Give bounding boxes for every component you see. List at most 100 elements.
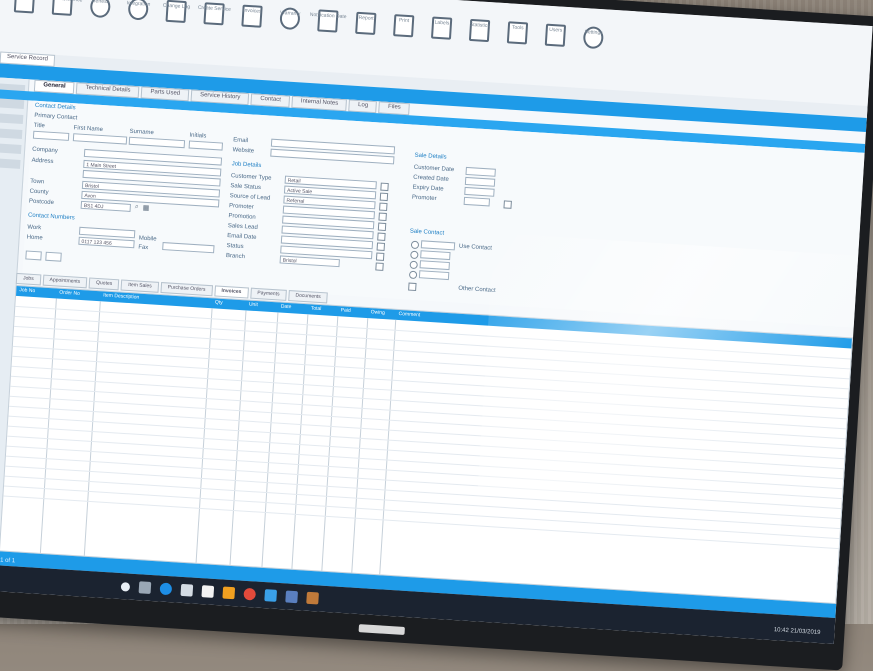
bottom-tab[interactable]: Jobs xyxy=(15,272,41,286)
nav-row[interactable] xyxy=(0,142,22,154)
grid-column-header[interactable]: Total xyxy=(311,305,322,312)
ribbon-button-label: Settings xyxy=(584,29,603,37)
ribbon-button-label: Tools xyxy=(511,24,524,32)
mobile-label: Mobile xyxy=(138,235,157,243)
store-icon[interactable] xyxy=(201,585,215,598)
task-view-icon[interactable] xyxy=(138,581,152,594)
option-b-field[interactable] xyxy=(420,250,451,261)
ribbon-button[interactable]: Report xyxy=(350,11,381,35)
checkbox[interactable] xyxy=(375,262,384,271)
postcode-field[interactable]: BS1 4DJ xyxy=(80,200,131,212)
next-record-button[interactable] xyxy=(45,251,62,262)
nav-row[interactable] xyxy=(0,112,24,125)
customer-date-label: Customer Date xyxy=(413,164,455,174)
grid-column-header[interactable]: Job No xyxy=(19,287,35,294)
option-c-field[interactable] xyxy=(419,260,450,271)
checkbox[interactable] xyxy=(379,192,389,202)
bottom-tab[interactable]: Quotes xyxy=(88,277,120,291)
grid-column-divider xyxy=(351,318,369,573)
radio-use-contact[interactable] xyxy=(410,240,420,250)
checkbox[interactable] xyxy=(375,252,385,261)
grid-column-header[interactable]: Qty xyxy=(215,299,223,305)
radio-b[interactable] xyxy=(410,250,419,260)
search-icon[interactable]: ⌕ xyxy=(135,203,139,211)
bottom-tab[interactable]: Invoices xyxy=(214,285,249,299)
ribbon-button[interactable]: Notification Date xyxy=(310,9,347,33)
created-date-field[interactable] xyxy=(464,176,496,187)
promoter2-field[interactable] xyxy=(463,196,491,207)
tray-date: 21/03/2019 xyxy=(790,628,821,637)
company-label: Company xyxy=(32,146,59,155)
app-icon[interactable] xyxy=(306,591,319,605)
file-explorer-icon[interactable] xyxy=(180,583,194,597)
home-phone-field[interactable]: 0117 123 456 xyxy=(78,236,135,249)
branch-field[interactable]: Bristol xyxy=(279,255,340,268)
contact-option-field[interactable] xyxy=(420,240,456,251)
table-row[interactable] xyxy=(3,485,840,540)
ribbon-button[interactable]: Labels xyxy=(426,16,457,40)
bottom-tab[interactable]: Payments xyxy=(249,287,287,301)
ribbon-button[interactable]: Invoices xyxy=(236,4,267,28)
radio-c[interactable] xyxy=(409,260,418,270)
search-icon[interactable] xyxy=(120,581,131,592)
ribbon-button[interactable]: Statistics xyxy=(464,18,495,43)
ribbon-button[interactable]: Integration xyxy=(123,0,154,21)
expiry-date-field[interactable] xyxy=(464,186,495,197)
expiry-date-label: Expiry Date xyxy=(412,184,444,193)
system-tray-clock[interactable]: 10:42 21/03/2019 xyxy=(774,627,821,636)
website-label: Website xyxy=(232,147,255,155)
option-d-field[interactable] xyxy=(418,270,450,281)
app-icon[interactable] xyxy=(264,589,278,602)
grid-column-header[interactable]: Unit xyxy=(249,302,258,309)
title-field[interactable] xyxy=(32,130,70,141)
ribbon-button[interactable]: Refresh xyxy=(85,0,116,19)
checkbox[interactable] xyxy=(503,200,512,209)
checkbox[interactable] xyxy=(377,222,387,232)
prev-record-button[interactable] xyxy=(25,250,42,261)
first-name-label: First Name xyxy=(73,125,104,134)
grid-column-header[interactable]: Owing xyxy=(370,309,385,316)
use-contact-label: Use Contact xyxy=(458,243,493,252)
first-name-field[interactable] xyxy=(72,133,128,145)
grid-column-divider xyxy=(195,308,213,563)
checkbox[interactable] xyxy=(376,242,386,251)
other-contact-checkbox[interactable] xyxy=(408,282,417,292)
ribbon-button[interactable]: Warranty xyxy=(274,6,305,31)
ribbon-button[interactable]: Print xyxy=(388,14,419,38)
work-label: Work xyxy=(27,224,42,232)
map-icon[interactable]: ▦ xyxy=(143,204,150,212)
checkbox[interactable] xyxy=(380,182,389,192)
grid-column-header[interactable]: Date xyxy=(281,304,292,311)
mobile-field[interactable] xyxy=(162,242,215,254)
ribbon-button[interactable]: Settings xyxy=(578,26,609,50)
initials-field[interactable] xyxy=(188,140,224,151)
surname-field[interactable] xyxy=(128,136,186,149)
ribbon-button[interactable]: Repair Dashboard xyxy=(4,0,45,14)
section-job-details: Job Details xyxy=(231,161,262,170)
app-icon[interactable] xyxy=(285,590,298,604)
nav-row[interactable] xyxy=(0,157,21,169)
section-contact-numbers: Contact Numbers xyxy=(27,212,75,222)
sticky-notes-icon[interactable] xyxy=(222,586,236,600)
chrome-icon[interactable] xyxy=(243,587,257,601)
grid-column-header[interactable]: Order No xyxy=(59,290,80,297)
ribbon-button[interactable]: Create Reference xyxy=(43,0,83,16)
checkbox[interactable] xyxy=(378,212,387,222)
grid-column-header[interactable]: Paid xyxy=(341,307,351,314)
checkbox[interactable] xyxy=(379,202,388,212)
ribbon-button[interactable]: Users xyxy=(540,23,571,47)
checkbox[interactable] xyxy=(377,232,386,241)
bottom-tab[interactable]: Item Sales xyxy=(120,279,160,293)
edge-browser-icon[interactable] xyxy=(159,582,173,596)
postcode-label: Postcode xyxy=(28,198,55,207)
table-row[interactable] xyxy=(3,495,839,550)
customer-date-field[interactable] xyxy=(465,166,496,177)
nav-row[interactable] xyxy=(0,127,23,139)
ribbon-button[interactable]: Tools xyxy=(502,21,533,45)
ribbon-button[interactable]: Change Log xyxy=(160,0,191,24)
ribbon-button[interactable]: Create Service xyxy=(198,2,231,26)
document-icon xyxy=(13,0,36,14)
radio-d[interactable] xyxy=(408,270,418,280)
status-label: Status xyxy=(226,243,244,251)
grid-column-header[interactable]: Comment xyxy=(398,311,420,318)
